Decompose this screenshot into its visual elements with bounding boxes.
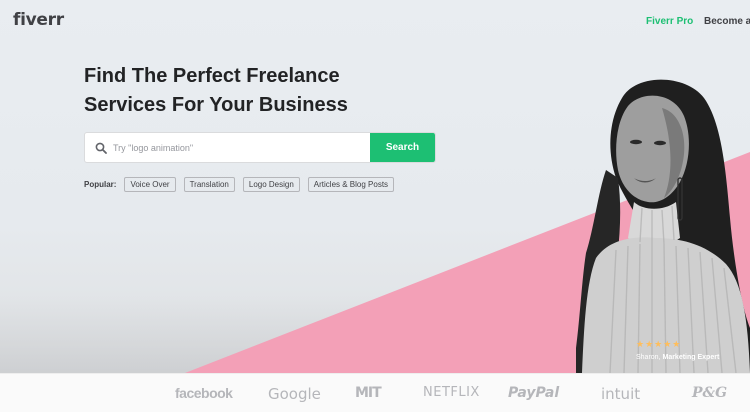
popular-tag-articles-blog-posts[interactable]: Articles & Blog Posts bbox=[307, 176, 395, 192]
testimonial-role: Marketing Expert bbox=[662, 354, 720, 361]
brand-logo-netflix: NETFLIX bbox=[423, 385, 480, 400]
search-bar: Search bbox=[84, 132, 436, 163]
star-rating-icon: ★★★★★ bbox=[636, 339, 682, 349]
brand-logo-google: Google bbox=[268, 385, 321, 403]
search-input[interactable] bbox=[113, 133, 371, 162]
fiverr-pro-link[interactable]: Fiverr Pro bbox=[646, 16, 693, 27]
brand-logo-mit: MIT bbox=[355, 385, 382, 401]
top-navigation: fiverr Fiverr Pro Become a bbox=[0, 0, 750, 44]
popular-tag-logo-design[interactable]: Logo Design bbox=[242, 176, 300, 192]
become-seller-link[interactable]: Become a bbox=[704, 16, 750, 27]
brand-logo-facebook: facebook bbox=[175, 385, 233, 401]
headline-line-2: Services For Your Business bbox=[84, 94, 348, 116]
hero-section: fiverr Fiverr Pro Become a Find The Perf… bbox=[0, 0, 750, 373]
search-button[interactable]: Search bbox=[370, 133, 435, 162]
testimonial-caption: Sharon, Marketing Expert bbox=[636, 354, 746, 361]
portrait-image bbox=[576, 79, 750, 373]
fiverr-logo[interactable]: fiverr bbox=[13, 10, 64, 30]
hero-headline: Find The Perfect Freelance Services For … bbox=[84, 62, 404, 120]
brand-logo-paypal: PayPal bbox=[508, 385, 560, 401]
testimonial-name: Sharon, bbox=[636, 354, 661, 361]
headline-line-1: Find The Perfect Freelance bbox=[84, 65, 340, 87]
search-icon bbox=[95, 142, 107, 154]
popular-tag-voice-over[interactable]: Voice Over bbox=[124, 176, 176, 192]
trusted-by-bar: facebook Google MIT NETFLIX PayPal intui… bbox=[0, 373, 750, 412]
popular-searches: Popular: Voice Over Translation Logo Des… bbox=[84, 176, 402, 192]
popular-label: Popular: bbox=[84, 179, 117, 189]
brand-logo-intuit: intuit bbox=[601, 385, 641, 403]
testimonial-rating: ★★★★★ Sharon, Marketing Expert bbox=[636, 339, 746, 361]
popular-tag-translation[interactable]: Translation bbox=[183, 176, 235, 192]
brand-logo-pg: P&G bbox=[692, 385, 728, 401]
